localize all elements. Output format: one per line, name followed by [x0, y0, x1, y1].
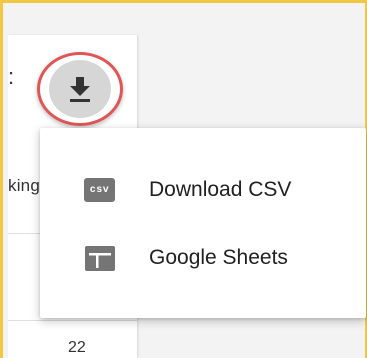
menu-item-download-csv[interactable]: csv Download CSV	[40, 160, 366, 220]
cell-value-fragment: 22	[68, 339, 86, 356]
download-button-surface[interactable]	[49, 60, 111, 118]
menu-item-label: Download CSV	[149, 178, 292, 201]
csv-icon: csv	[84, 174, 116, 206]
download-button[interactable]	[37, 52, 123, 126]
download-menu: csv Download CSV Google Sheets	[40, 128, 366, 318]
download-icon	[70, 77, 90, 102]
google-sheets-icon	[84, 242, 116, 274]
column-header-fragment: king	[8, 176, 40, 195]
truncated-text: :	[8, 64, 15, 89]
menu-item-google-sheets[interactable]: Google Sheets	[40, 228, 366, 288]
row-divider	[8, 320, 137, 321]
menu-item-label: Google Sheets	[149, 246, 288, 269]
